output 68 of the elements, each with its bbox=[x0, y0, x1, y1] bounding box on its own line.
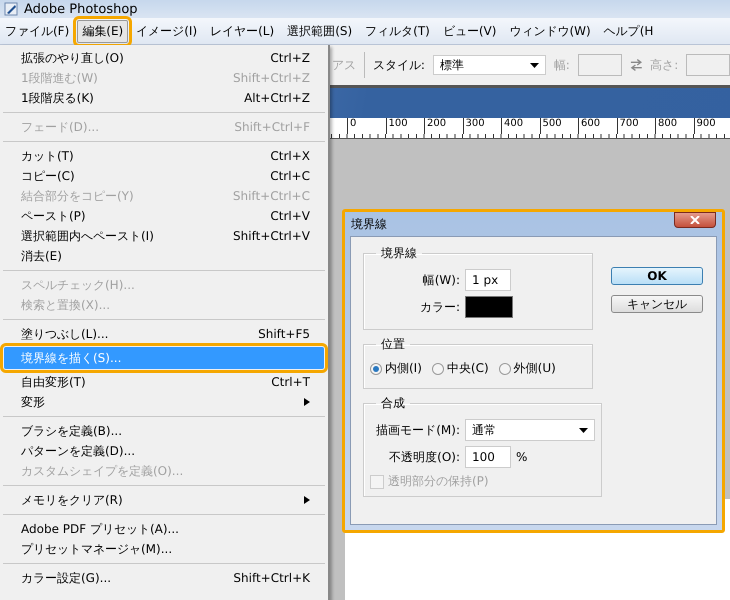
app-icon bbox=[4, 2, 18, 16]
menu-bar-item[interactable]: レイヤー(L) bbox=[205, 20, 280, 42]
style-dropdown[interactable]: 標準 bbox=[432, 55, 546, 75]
height-field[interactable] bbox=[686, 54, 730, 76]
submenu-arrow-icon bbox=[304, 496, 310, 504]
menu-bar-item[interactable]: ファイル(F) bbox=[0, 20, 74, 42]
menu-item[interactable]: ブラシを定義(B)... bbox=[0, 421, 328, 441]
menu-item[interactable]: カラー設定(G)... Shift+Ctrl+K bbox=[0, 568, 328, 588]
caret-icon bbox=[530, 62, 539, 68]
menu-item[interactable]: 拡張のやり直し(O) Ctrl+Z bbox=[0, 48, 328, 68]
menu-item[interactable]: カット(T) Ctrl+X bbox=[0, 146, 328, 166]
height-label: 高さ: bbox=[650, 56, 678, 74]
menu-item[interactable]: 自由変形(T) Ctrl+T bbox=[0, 372, 328, 392]
window-title: Adobe Photoshop bbox=[24, 2, 138, 16]
menu-bar-item[interactable]: イメージ(I) bbox=[131, 20, 202, 42]
dialog-button[interactable]: キャンセル bbox=[611, 295, 703, 313]
ruler-label: 200 bbox=[424, 118, 462, 134]
dialog-title: 境界線 bbox=[351, 216, 387, 232]
width-field[interactable]: 1 px bbox=[465, 269, 511, 291]
menu-bar-item[interactable]: ビュー(V) bbox=[438, 20, 502, 42]
caret-icon bbox=[579, 428, 588, 432]
menu-item[interactable]: 選択範囲内へペースト(I) Shift+Ctrl+V bbox=[0, 226, 328, 246]
ruler-label: 700 bbox=[616, 118, 655, 134]
ruler-label: 600 bbox=[578, 118, 616, 134]
close-button[interactable] bbox=[674, 212, 716, 228]
menu-item[interactable]: メモリをクリア(R) bbox=[0, 490, 328, 510]
close-icon bbox=[690, 216, 700, 224]
group-title: 境界線 bbox=[380, 245, 418, 262]
ruler-label: 100 bbox=[386, 118, 424, 134]
submenu-arrow-icon bbox=[304, 398, 310, 406]
menu-item[interactable]: ペースト(P) Ctrl+V bbox=[0, 206, 328, 226]
mode-dropdown[interactable]: 通常 bbox=[465, 419, 595, 441]
opacity-label: 不透明度(O): bbox=[388, 448, 460, 466]
ruler-label: 300 bbox=[462, 118, 501, 134]
menu-item[interactable]: Adobe PDF プリセット(A)... bbox=[0, 519, 328, 539]
mode-label: 描画モード(M): bbox=[375, 422, 460, 438]
ruler-label: 800 bbox=[655, 118, 694, 134]
opacity-field[interactable]: 100 bbox=[465, 446, 511, 468]
percent-unit: % bbox=[516, 450, 528, 464]
width-field[interactable] bbox=[578, 54, 622, 76]
swap-icon[interactable] bbox=[630, 59, 642, 71]
color-swatch[interactable] bbox=[465, 296, 513, 318]
menu-bar-item[interactable]: ヘルプ(H bbox=[598, 20, 658, 42]
width-label: 幅: bbox=[554, 56, 570, 74]
color-label: カラー: bbox=[418, 298, 460, 316]
ruler-label: 900 bbox=[694, 118, 730, 134]
group-title: 位置 bbox=[380, 336, 406, 353]
group-title: 合成 bbox=[380, 395, 406, 412]
width-label: 幅(W): bbox=[422, 272, 460, 288]
ruler-label: 400 bbox=[501, 118, 540, 134]
radio-option[interactable]: 内側(I) bbox=[370, 360, 422, 377]
menu-item[interactable]: 塗りつぶし(L)... Shift+F5 bbox=[0, 324, 328, 344]
dialog-button[interactable]: OK bbox=[611, 267, 703, 285]
menu-bar-item[interactable]: ウィンドウ(W) bbox=[504, 20, 596, 42]
menu-item[interactable]: 変形 bbox=[0, 392, 328, 412]
radio-option[interactable]: 中央(C) bbox=[432, 360, 489, 377]
menu-item[interactable]: 消去(E) bbox=[0, 246, 328, 266]
menu-item[interactable]: パターンを定義(D)... bbox=[0, 441, 328, 461]
radio-option[interactable]: 外側(U) bbox=[498, 360, 556, 377]
toolbar-label: アス bbox=[332, 56, 356, 74]
menu-bar-item[interactable]: フィルタ(T) bbox=[360, 20, 435, 42]
menu-item[interactable]: プリセットマネージャ(M)... bbox=[0, 539, 328, 559]
menu-item[interactable]: 1段階戻る(K) Alt+Ctrl+Z bbox=[0, 88, 328, 108]
ruler-label: 500 bbox=[540, 118, 578, 134]
menu-item[interactable]: コピー(C) Ctrl+C bbox=[0, 166, 328, 186]
menu-bar-item[interactable]: 選択範囲(S) bbox=[282, 20, 358, 42]
ruler-label: 0 bbox=[347, 118, 386, 134]
style-label: スタイル: bbox=[372, 56, 425, 74]
